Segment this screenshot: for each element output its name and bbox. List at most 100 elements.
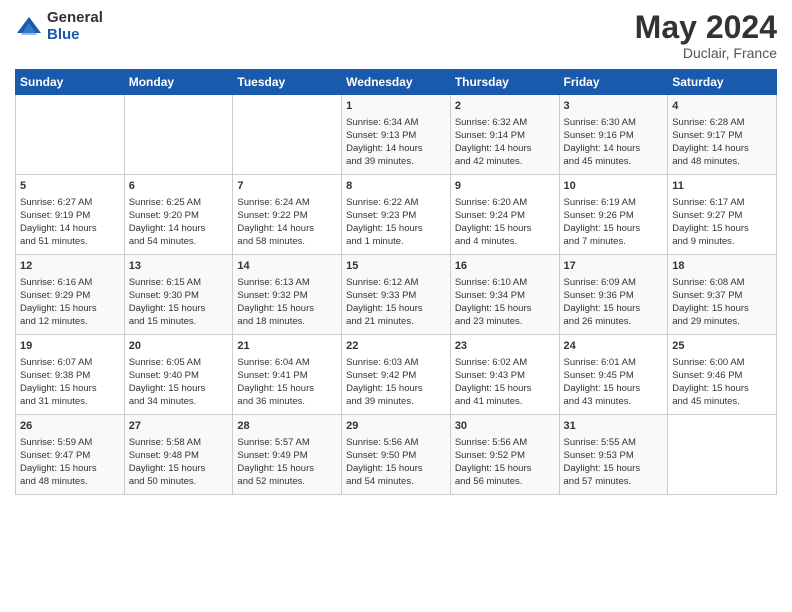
calendar-cell [16,95,125,175]
calendar-cell: 2 Sunrise: 6:32 AMSunset: 9:14 PMDaylight… [450,95,559,175]
calendar-cell [124,95,233,175]
day-info: Sunrise: 6:16 AMSunset: 9:29 PMDaylight:… [20,276,120,329]
day-info: Sunrise: 6:12 AMSunset: 9:33 PMDaylight:… [346,276,446,329]
calendar-week-5: 26Sunrise: 5:59 AMSunset: 9:47 PMDayligh… [16,415,777,495]
day-info: Sunrise: 5:56 AMSunset: 9:50 PMDaylight:… [346,436,446,489]
day-number: 5 [20,179,120,194]
calendar-cell: 20 Sunrise: 6:05 AMSunset: 9:40 PMDayligh… [124,335,233,415]
day-info: Sunrise: 6:02 AMSunset: 9:43 PMDaylight:… [455,356,555,409]
day-number: 19 [20,339,120,354]
day-info: Sunrise: 6:10 AMSunset: 9:34 PMDaylight:… [455,276,555,329]
day-info: Sunrise: 6:05 AMSunset: 9:40 PMDaylight:… [129,356,229,409]
day-info: Sunrise: 6:13 AMSunset: 9:32 PMDaylight:… [237,276,337,329]
calendar-cell: 15 Sunrise: 6:12 AMSunset: 9:33 PMDayligh… [342,255,451,335]
day-number: 8 [346,179,446,194]
logo-general-text: General [47,10,103,27]
day-number: 7 [237,179,337,194]
day-number: 9 [455,179,555,194]
calendar-cell: 10Sunrise: 6:19 AMSunset: 9:26 PMDayligh… [559,175,668,255]
calendar-cell: 16 Sunrise: 6:10 AMSunset: 9:34 PMDayligh… [450,255,559,335]
calendar-cell: 28 Sunrise: 5:57 AMSunset: 9:49 PMDayligh… [233,415,342,495]
day-info: Sunrise: 6:32 AMSunset: 9:14 PMDaylight:… [455,116,555,169]
day-number: 20 [129,339,229,354]
day-number: 27 [129,419,229,434]
calendar-week-3: 12 Sunrise: 6:16 AMSunset: 9:29 PMDayligh… [16,255,777,335]
day-number: 14 [237,259,337,274]
calendar-cell: 19 Sunrise: 6:07 AMSunset: 9:38 PMDayligh… [16,335,125,415]
day-info: Sunrise: 6:24 AMSunset: 9:22 PMDaylight:… [237,196,337,249]
calendar-cell: 1Sunrise: 6:34 AMSunset: 9:13 PMDaylight… [342,95,451,175]
calendar-cell: 27Sunrise: 5:58 AMSunset: 9:48 PMDayligh… [124,415,233,495]
day-number: 3 [564,99,664,114]
calendar-title: May 2024 [635,10,777,45]
day-number: 29 [346,419,446,434]
logo-text: General Blue [47,10,103,43]
col-thursday: Thursday [450,70,559,95]
calendar-cell: 29 Sunrise: 5:56 AMSunset: 9:50 PMDayligh… [342,415,451,495]
day-info: Sunrise: 6:03 AMSunset: 9:42 PMDaylight:… [346,356,446,409]
col-wednesday: Wednesday [342,70,451,95]
col-monday: Monday [124,70,233,95]
calendar-body: 1Sunrise: 6:34 AMSunset: 9:13 PMDaylight… [16,95,777,495]
col-friday: Friday [559,70,668,95]
header: General Blue May 2024 Duclair, France [15,10,777,61]
calendar-cell: 11 Sunrise: 6:17 AMSunset: 9:27 PMDayligh… [668,175,777,255]
calendar-cell: 12 Sunrise: 6:16 AMSunset: 9:29 PMDayligh… [16,255,125,335]
calendar-cell: 22Sunrise: 6:03 AMSunset: 9:42 PMDayligh… [342,335,451,415]
day-info: Sunrise: 6:15 AMSunset: 9:30 PMDaylight:… [129,276,229,329]
logo-icon [15,13,43,41]
calendar-cell: 17 Sunrise: 6:09 AMSunset: 9:36 PMDayligh… [559,255,668,335]
page: General Blue May 2024 Duclair, France Su… [0,0,792,612]
calendar-cell: 31Sunrise: 5:55 AMSunset: 9:53 PMDayligh… [559,415,668,495]
day-info: Sunrise: 6:09 AMSunset: 9:36 PMDaylight:… [564,276,664,329]
col-saturday: Saturday [668,70,777,95]
day-number: 17 [564,259,664,274]
calendar-cell: 18 Sunrise: 6:08 AMSunset: 9:37 PMDayligh… [668,255,777,335]
day-number: 18 [672,259,772,274]
day-info: Sunrise: 6:00 AMSunset: 9:46 PMDaylight:… [672,356,772,409]
day-number: 31 [564,419,664,434]
day-number: 26 [20,419,120,434]
calendar-subtitle: Duclair, France [635,45,777,61]
day-number: 16 [455,259,555,274]
day-number: 4 [672,99,772,114]
calendar-table: Sunday Monday Tuesday Wednesday Thursday… [15,69,777,495]
day-number: 13 [129,259,229,274]
weekday-header-row: Sunday Monday Tuesday Wednesday Thursday… [16,70,777,95]
day-number: 21 [237,339,337,354]
calendar-week-4: 19 Sunrise: 6:07 AMSunset: 9:38 PMDayligh… [16,335,777,415]
day-info: Sunrise: 6:08 AMSunset: 9:37 PMDaylight:… [672,276,772,329]
day-info: Sunrise: 5:57 AMSunset: 9:49 PMDaylight:… [237,436,337,489]
calendar-cell: 3 Sunrise: 6:30 AMSunset: 9:16 PMDaylight… [559,95,668,175]
day-info: Sunrise: 6:17 AMSunset: 9:27 PMDaylight:… [672,196,772,249]
day-number: 28 [237,419,337,434]
day-info: Sunrise: 6:30 AMSunset: 9:16 PMDaylight:… [564,116,664,169]
calendar-cell [233,95,342,175]
logo-blue-text: Blue [47,27,103,44]
day-number: 12 [20,259,120,274]
calendar-cell: 14 Sunrise: 6:13 AMSunset: 9:32 PMDayligh… [233,255,342,335]
calendar-cell: 25Sunrise: 6:00 AMSunset: 9:46 PMDayligh… [668,335,777,415]
logo: General Blue [15,10,103,43]
day-info: Sunrise: 6:28 AMSunset: 9:17 PMDaylight:… [672,116,772,169]
day-info: Sunrise: 6:07 AMSunset: 9:38 PMDaylight:… [20,356,120,409]
calendar-cell: 6Sunrise: 6:25 AMSunset: 9:20 PMDaylight… [124,175,233,255]
day-number: 2 [455,99,555,114]
day-number: 10 [564,179,664,194]
day-info: Sunrise: 6:22 AMSunset: 9:23 PMDaylight:… [346,196,446,249]
calendar-cell: 23Sunrise: 6:02 AMSunset: 9:43 PMDayligh… [450,335,559,415]
day-number: 15 [346,259,446,274]
calendar-week-2: 5Sunrise: 6:27 AMSunset: 9:19 PMDaylight… [16,175,777,255]
day-info: Sunrise: 6:34 AMSunset: 9:13 PMDaylight:… [346,116,446,169]
day-info: Sunrise: 6:20 AMSunset: 9:24 PMDaylight:… [455,196,555,249]
calendar-cell: 13 Sunrise: 6:15 AMSunset: 9:30 PMDayligh… [124,255,233,335]
day-info: Sunrise: 5:56 AMSunset: 9:52 PMDaylight:… [455,436,555,489]
day-number: 6 [129,179,229,194]
day-number: 11 [672,179,772,194]
title-block: May 2024 Duclair, France [635,10,777,61]
calendar-cell: 7 Sunrise: 6:24 AMSunset: 9:22 PMDaylight… [233,175,342,255]
calendar-cell: 26Sunrise: 5:59 AMSunset: 9:47 PMDayligh… [16,415,125,495]
calendar-cell: 9 Sunrise: 6:20 AMSunset: 9:24 PMDaylight… [450,175,559,255]
calendar-week-1: 1Sunrise: 6:34 AMSunset: 9:13 PMDaylight… [16,95,777,175]
calendar-cell: 8 Sunrise: 6:22 AMSunset: 9:23 PMDaylight… [342,175,451,255]
